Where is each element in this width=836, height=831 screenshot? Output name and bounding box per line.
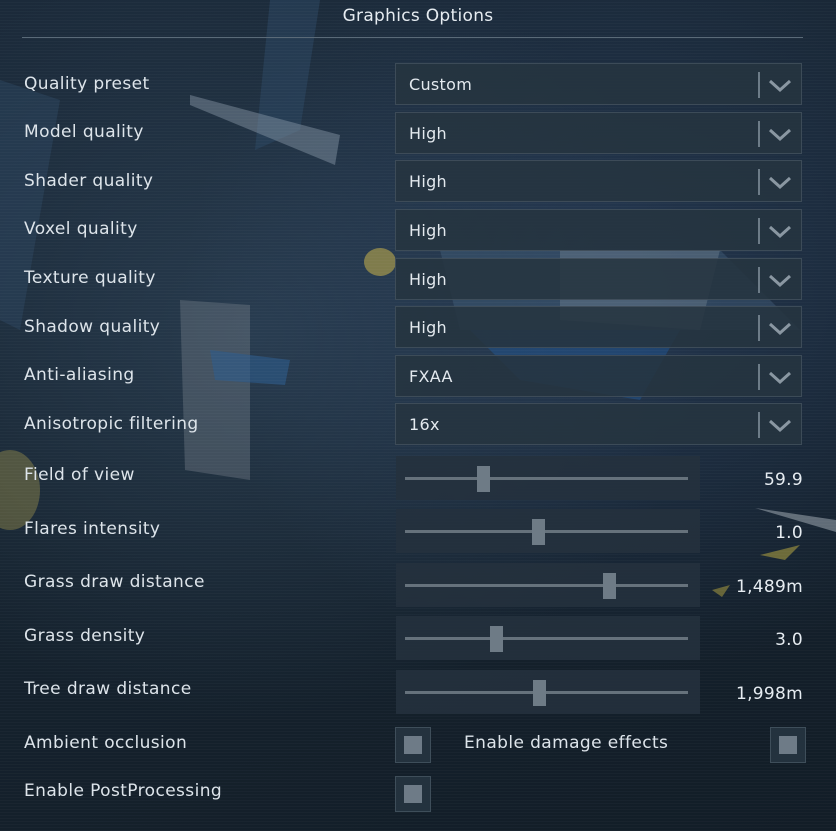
slider-track [405, 680, 688, 706]
dropdown-separator [758, 218, 760, 244]
anti-aliasing-label: Anti-aliasing [24, 365, 135, 385]
post-processing-checkbox[interactable] [395, 776, 431, 812]
dropdown-value: FXAA [409, 367, 453, 386]
dropdown-value: Custom [409, 75, 473, 94]
chevron-down-icon [768, 225, 792, 239]
anisotropic-filtering-dropdown[interactable]: 16x [395, 403, 802, 445]
model-quality-dropdown[interactable]: High [395, 112, 802, 154]
grass-density-slider[interactable] [396, 616, 700, 660]
checkbox-indicator [779, 736, 797, 754]
flares-intensity-value: 1.0 [775, 523, 803, 543]
chevron-down-icon [768, 274, 792, 288]
grass-draw-distance-slider[interactable] [396, 563, 700, 607]
chevron-down-icon [768, 176, 792, 190]
chevron-down-icon [768, 371, 792, 385]
shadow-quality-label: Shadow quality [24, 317, 161, 337]
chevron-down-icon [768, 128, 792, 142]
slider-track [405, 573, 688, 599]
checkbox-indicator [404, 785, 422, 803]
dropdown-separator [758, 267, 760, 293]
grass-density-value: 3.0 [775, 630, 803, 650]
dropdown-value: High [409, 124, 447, 143]
dropdown-value: High [409, 221, 447, 240]
damage-effects-label: Enable damage effects [464, 733, 669, 753]
post-processing-label: Enable PostProcessing [24, 781, 223, 801]
tree-draw-distance-slider[interactable] [396, 670, 700, 714]
dropdown-value: High [409, 172, 447, 191]
tree-draw-distance-label: Tree draw distance [24, 679, 192, 699]
dropdown-separator [758, 412, 760, 438]
shader-quality-label: Shader quality [24, 171, 154, 191]
dropdown-value: High [409, 270, 447, 289]
tree-draw-distance-value: 1,998m [735, 684, 803, 704]
chevron-down-icon [768, 419, 792, 433]
quality-preset-dropdown[interactable]: Custom [395, 63, 802, 105]
texture-quality-label: Texture quality [24, 268, 156, 288]
voxel-quality-dropdown[interactable]: High [395, 209, 802, 251]
shadow-quality-dropdown[interactable]: High [395, 306, 802, 348]
dropdown-value: 16x [409, 415, 440, 434]
checkbox-indicator [404, 736, 422, 754]
chevron-down-icon [768, 322, 792, 336]
slider-handle[interactable] [602, 573, 616, 599]
slider-track [405, 466, 688, 492]
field-of-view-value: 59.9 [763, 470, 803, 490]
dropdown-value: High [409, 318, 447, 337]
dropdown-separator [758, 315, 760, 341]
slider-handle[interactable] [532, 519, 545, 545]
slider-track [405, 519, 688, 545]
slider-handle[interactable] [476, 466, 490, 492]
page-title: Graphics Options [342, 6, 494, 26]
dropdown-separator [758, 72, 760, 98]
anisotropic-filtering-label: Anisotropic filtering [24, 414, 199, 434]
ambient-occlusion-checkbox[interactable] [395, 727, 431, 763]
dropdown-separator [758, 121, 760, 147]
slider-track [405, 626, 688, 652]
damage-effects-checkbox[interactable] [770, 727, 806, 763]
slider-handle[interactable] [533, 680, 547, 706]
quality-preset-label: Quality preset [24, 74, 150, 94]
texture-quality-dropdown[interactable]: High [395, 258, 802, 300]
field-of-view-slider[interactable] [396, 456, 700, 500]
chevron-down-icon [768, 79, 792, 93]
grass-density-label: Grass density [24, 626, 146, 646]
dropdown-separator [758, 364, 760, 390]
ambient-occlusion-label: Ambient occlusion [24, 733, 188, 753]
flares-intensity-slider[interactable] [396, 509, 700, 553]
anti-aliasing-dropdown[interactable]: FXAA [395, 355, 802, 397]
title-divider [22, 37, 803, 38]
voxel-quality-label: Voxel quality [24, 219, 138, 239]
grass-draw-distance-value: 1,489m [735, 577, 803, 597]
slider-handle[interactable] [489, 626, 503, 652]
flares-intensity-label: Flares intensity [24, 519, 161, 539]
model-quality-label: Model quality [24, 122, 144, 142]
dropdown-separator [758, 169, 760, 195]
grass-draw-distance-label: Grass draw distance [24, 572, 205, 592]
shader-quality-dropdown[interactable]: High [395, 160, 802, 202]
field-of-view-label: Field of view [24, 465, 135, 485]
